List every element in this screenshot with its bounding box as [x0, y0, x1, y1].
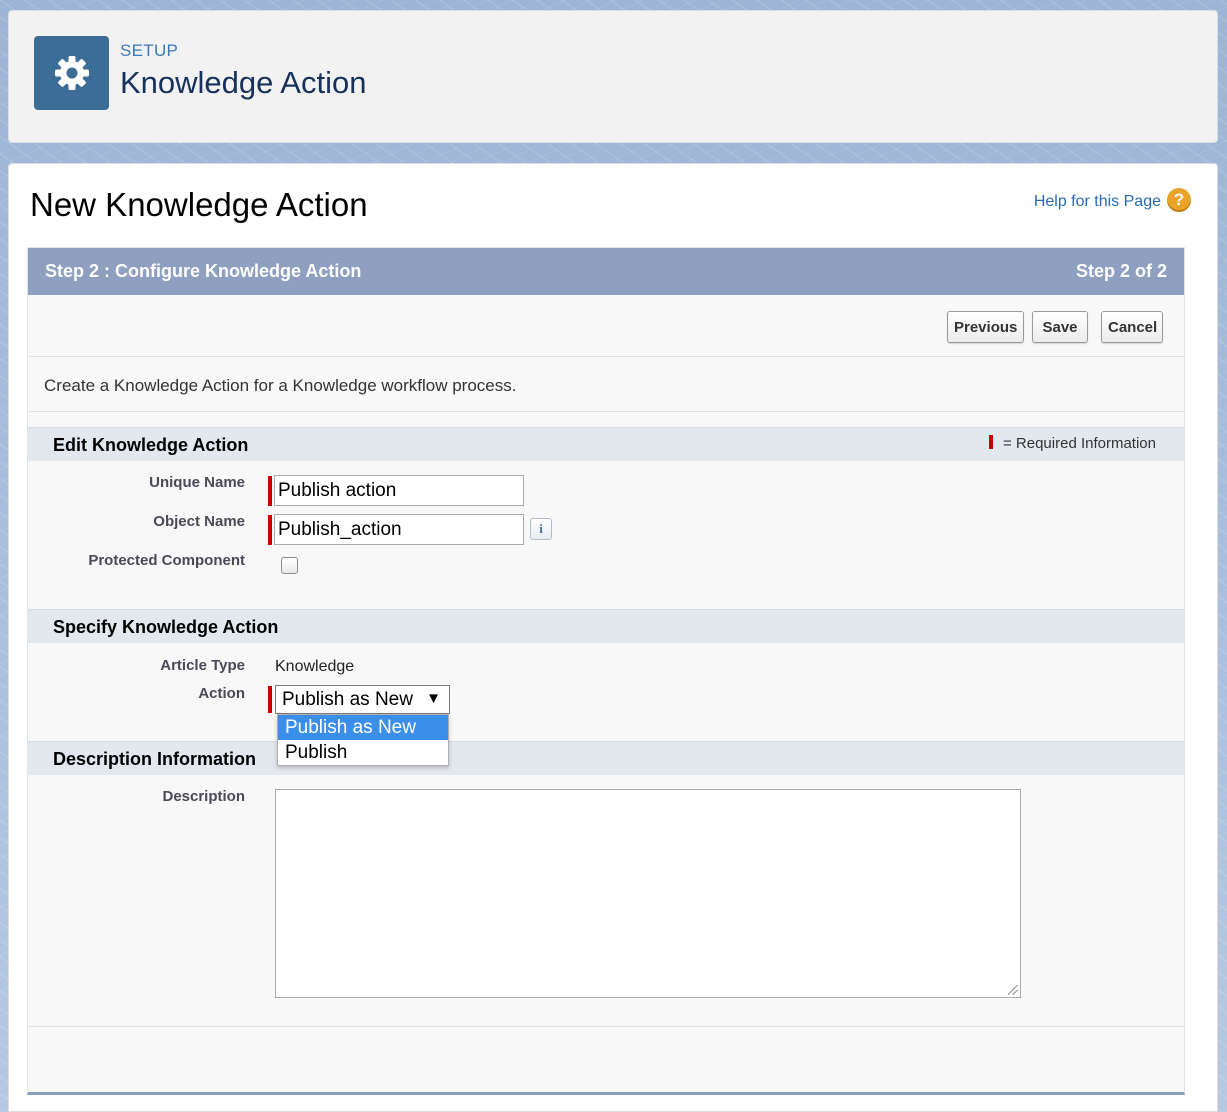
specify-section-title: Specify Knowledge Action [53, 617, 279, 637]
object-name-input[interactable] [274, 514, 524, 545]
protected-component-checkbox[interactable] [281, 557, 298, 574]
setup-icon-tile [34, 36, 109, 110]
previous-button[interactable]: Previous [947, 311, 1024, 343]
description-section-title: Description Information [53, 749, 257, 769]
specify-section-header: Specify Knowledge Action [28, 609, 1184, 643]
edit-section-header: Edit Knowledge Action = Required Informa… [28, 427, 1184, 461]
setup-label: SETUP [120, 41, 179, 60]
article-type-value: Knowledge [275, 658, 355, 675]
required-info-text: = Required Information [1002, 435, 1156, 452]
required-info: = Required Information [988, 435, 1156, 452]
required-marker [268, 476, 272, 506]
protected-component-label: Protected Component [88, 552, 245, 569]
required-marker-legend [988, 435, 993, 449]
edit-section-title: Edit Knowledge Action [53, 435, 249, 455]
unique-name-input[interactable] [274, 475, 524, 506]
gear-icon [54, 56, 89, 90]
article-type-label: Article Type [160, 657, 245, 674]
help-icon[interactable]: ? [1167, 188, 1191, 212]
action-select[interactable]: Publish as New ▼ [275, 685, 450, 714]
button-row: Previous Save Cancel [28, 295, 1184, 357]
divider [28, 1026, 1184, 1027]
step-panel: Step 2 : Configure Knowledge Action Step… [27, 247, 1185, 1095]
save-button[interactable]: Save [1032, 311, 1088, 343]
action-dropdown: Publish as New Publish [277, 714, 449, 766]
cancel-button[interactable]: Cancel [1101, 311, 1163, 343]
info-icon[interactable]: i [530, 518, 552, 540]
description-label: Description [162, 788, 245, 805]
step-count: Step 2 of 2 [1075, 261, 1167, 281]
chevron-down-icon: ▼ [426, 690, 441, 707]
unique-name-label: Unique Name [149, 474, 245, 491]
required-marker [268, 515, 272, 545]
required-marker [268, 686, 272, 713]
help-link[interactable]: Help for this Page [1034, 193, 1161, 211]
action-select-value: Publish as New [282, 689, 413, 710]
dropdown-option-publish[interactable]: Publish [278, 740, 448, 765]
intro-text: Create a Knowledge Action for a Knowledg… [44, 376, 517, 395]
action-label: Action [198, 685, 245, 702]
header-title: Knowledge Action [120, 65, 367, 100]
object-name-label: Object Name [153, 513, 245, 530]
setup-header: SETUP Knowledge Action [8, 10, 1218, 143]
main-content: New Knowledge Action Help for this Page … [8, 163, 1218, 1112]
step-bar: Step 2 : Configure Knowledge Action Step… [28, 248, 1184, 295]
description-textarea[interactable] [275, 789, 1021, 998]
step-title: Step 2 : Configure Knowledge Action [45, 261, 362, 281]
divider [28, 411, 1184, 412]
dropdown-option-publish-as-new[interactable]: Publish as New [278, 715, 448, 740]
resize-handle-icon[interactable] [1008, 985, 1018, 995]
page-title: New Knowledge Action [30, 186, 368, 223]
description-section-header: Description Information [28, 741, 1184, 775]
